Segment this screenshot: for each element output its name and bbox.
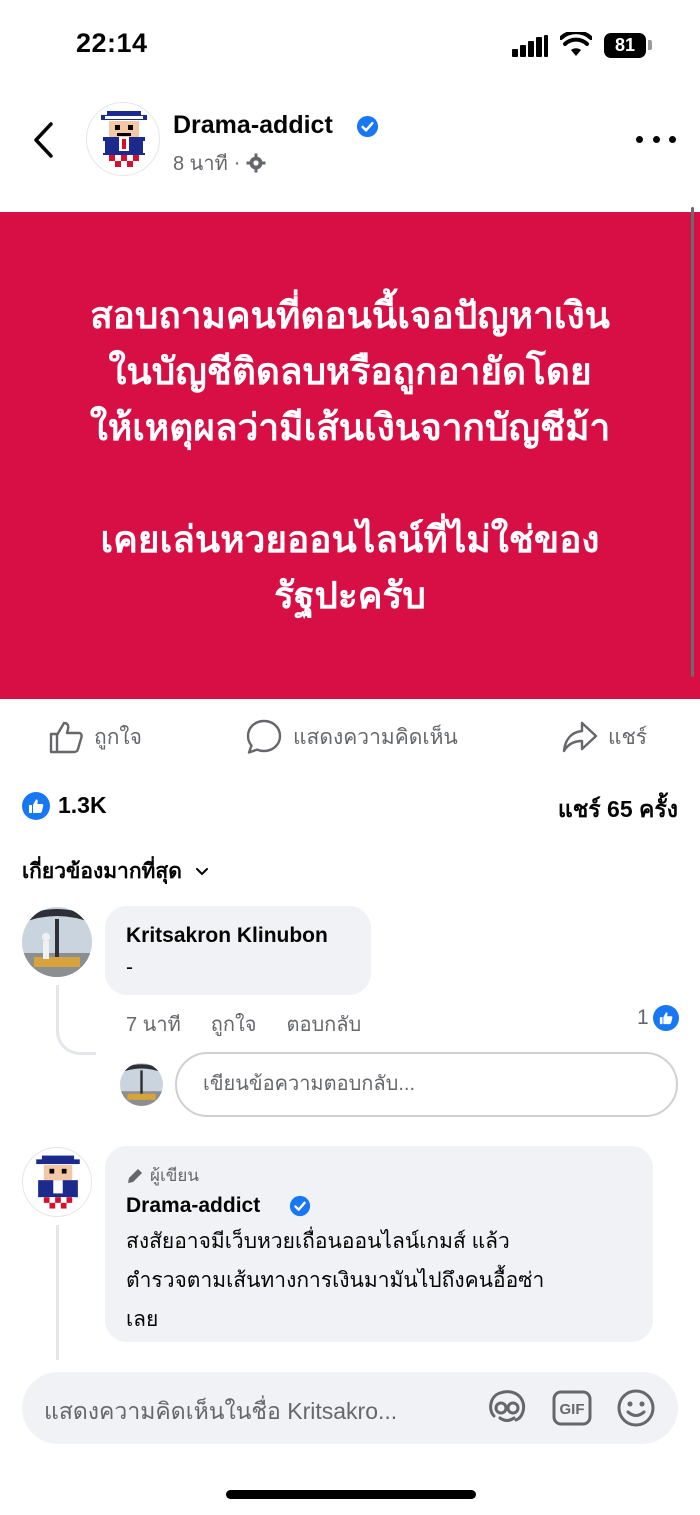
verified-badge-icon <box>356 115 379 138</box>
verified-badge-icon <box>289 1195 311 1217</box>
status-bar: 22:14 81 <box>0 0 700 90</box>
reactions-summary: 1.3K แชร์ 65 ครั้ง <box>0 785 700 829</box>
back-button[interactable] <box>26 120 60 160</box>
comment-bubble-icon <box>246 719 282 754</box>
comment-like-button[interactable]: ถูกใจ <box>211 1008 257 1040</box>
comment-reaction-count[interactable]: 1 <box>637 1005 679 1031</box>
dot <box>669 135 676 143</box>
avatar-sticker-icon[interactable] <box>486 1388 528 1428</box>
sort-label: เกี่ยวข้องมากที่สุด <box>22 860 182 883</box>
pencil-icon <box>128 1168 142 1183</box>
more-options-button[interactable] <box>636 129 676 149</box>
status-time: 22:14 <box>76 28 148 58</box>
post-text: สอบถามคนที่ตอนนี้เจอปัญหาเงิน ในบัญชีติด… <box>89 294 611 616</box>
post-meta: 8 นาที · <box>173 147 266 179</box>
battery-tip <box>648 40 652 50</box>
share-count[interactable]: แชร์ 65 ครั้ง <box>558 792 678 828</box>
home-indicator[interactable] <box>226 1490 476 1499</box>
comment-input[interactable]: แสดงความคิดเห็นในชื่อ Kritsakro... GIF <box>22 1372 678 1444</box>
post-time: 8 นาที <box>173 153 228 175</box>
gif-icon[interactable]: GIF <box>552 1390 592 1426</box>
svg-text:GIF: GIF <box>560 1401 585 1418</box>
author-badge: ผู้เขียน <box>126 1162 199 1189</box>
emoji-smiley-icon[interactable] <box>616 1388 656 1428</box>
dot <box>652 135 660 143</box>
page-name[interactable]: Drama-addict <box>173 111 333 140</box>
like-reaction-icon <box>652 1005 679 1031</box>
page-avatar[interactable] <box>86 102 160 176</box>
pixel-character-avatar-icon <box>97 111 151 167</box>
comment-reply-button[interactable]: ตอบกลับ <box>286 1008 361 1040</box>
cellular-signal-icon <box>512 35 548 57</box>
chevron-left-icon <box>34 122 53 158</box>
post-text-card[interactable]: สอบถามคนที่ตอนนี้เจอปัญหาเงิน ในบัญชีติด… <box>0 212 700 699</box>
thumbs-up-icon <box>49 721 83 754</box>
wifi-icon <box>560 32 592 56</box>
comment-author[interactable]: Kritsakron Klinubon <box>126 924 328 948</box>
reply-input[interactable]: เขียนข้อความตอบกลับ... <box>175 1052 678 1117</box>
share-label: แชร์ <box>608 725 648 749</box>
comment-author[interactable]: Drama-addict <box>126 1194 260 1218</box>
comment-text: สงสัยอาจมีเว็บหวยเถื่อนออนไลน์เกมส์ แล้ว… <box>126 1230 545 1331</box>
commenter-avatar[interactable] <box>22 907 92 977</box>
post-actions: ถูกใจ แสดงความคิดเห็น แชร์ <box>0 712 700 762</box>
comment-label: แสดงความคิดเห็น <box>293 725 458 749</box>
thread-line <box>56 985 96 1055</box>
share-button[interactable]: แชร์ <box>562 712 647 762</box>
like-reaction-icon <box>22 792 50 820</box>
pixel-character-avatar-icon <box>36 1155 80 1209</box>
meta-separator: · <box>233 151 241 174</box>
comment-input-placeholder: แสดงความคิดเห็นในชื่อ Kritsakro... <box>44 1398 398 1424</box>
comment-time: 7 นาที <box>126 1014 181 1036</box>
post-header: Drama-addict 8 นาที · <box>0 95 700 205</box>
comment-composer-bar: แสดงความคิดเห็นในชื่อ Kritsakro... GIF <box>0 1360 700 1515</box>
comment-text: - <box>126 956 133 979</box>
share-arrow-icon <box>562 721 598 753</box>
comment-meta: 7 นาที ถูกใจ ตอบกลับ <box>126 1008 361 1040</box>
gear-icon <box>246 153 266 173</box>
author-badge-label: ผู้เขียน <box>150 1166 199 1185</box>
author-avatar[interactable] <box>22 1147 92 1217</box>
scrollbar[interactable] <box>691 207 694 677</box>
my-avatar <box>120 1063 163 1106</box>
like-button[interactable]: ถูกใจ <box>48 712 142 762</box>
comment-button[interactable]: แสดงความคิดเห็น <box>245 712 458 762</box>
comment-sort-dropdown[interactable]: เกี่ยวข้องมากที่สุด <box>22 855 208 888</box>
dot <box>636 135 643 143</box>
profile-photo-icon <box>22 907 92 977</box>
comment-bubble[interactable] <box>105 906 371 995</box>
like-count[interactable]: 1.3K <box>58 792 107 819</box>
profile-photo-icon <box>120 1063 163 1106</box>
like-label: ถูกใจ <box>94 725 142 749</box>
chevron-down-icon <box>195 867 208 875</box>
thread-line <box>56 1225 59 1360</box>
battery-level: 81 <box>604 33 646 58</box>
comment-reactions: 1 <box>637 1006 649 1029</box>
